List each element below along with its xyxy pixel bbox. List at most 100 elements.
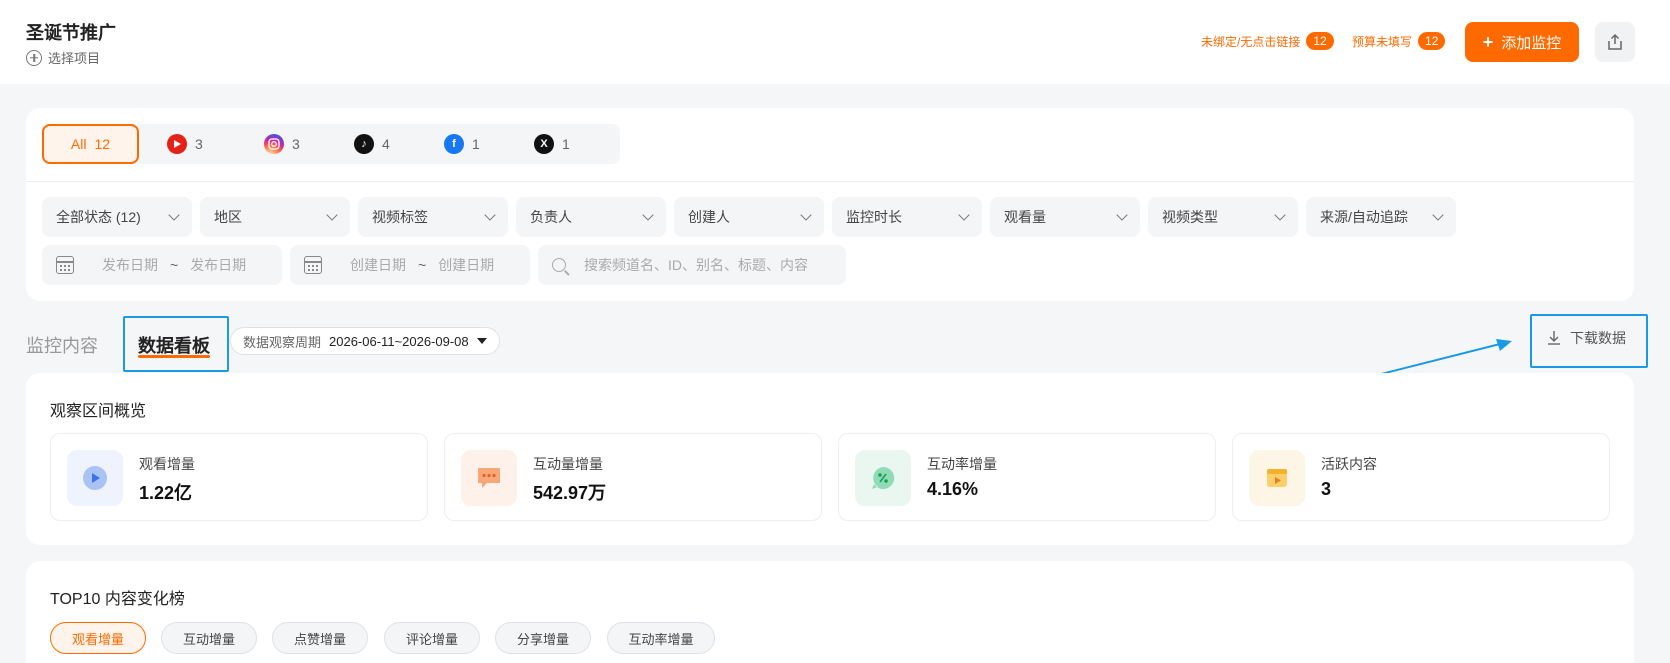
- film-icon: [1249, 450, 1305, 506]
- top10-card: TOP10 内容变化榜 观看增量 互动增量 点赞增量 评论增量 分享增量 互动率…: [26, 561, 1634, 663]
- active-tab-underline: [138, 355, 210, 358]
- platform-x-count: 1: [562, 136, 570, 152]
- platform-tab-all[interactable]: All 12: [42, 124, 139, 164]
- platform-tab-x[interactable]: X 1: [534, 124, 570, 164]
- metric-label: 活跃内容: [1321, 456, 1377, 472]
- budget-missing-label: 预算未填写: [1352, 34, 1413, 49]
- region-dropdown[interactable]: 地区: [200, 197, 350, 237]
- chevron-down-icon: [642, 209, 654, 221]
- chevron-down-icon: [1432, 209, 1444, 221]
- metric-card-active-content: 活跃内容 3: [1232, 433, 1610, 521]
- creator-dropdown[interactable]: 创建人: [674, 197, 824, 237]
- top10-title: TOP10 内容变化榜: [50, 591, 185, 608]
- overview-card: 观察区间概览 观看增量 1.22亿 互动量增量 542.97万 互动率增量 4.…: [26, 373, 1634, 545]
- platform-filter-bar: All 12 3 3 ♪ 4 f 1 X 1: [42, 124, 620, 164]
- metric-label: 互动率增量: [927, 456, 997, 472]
- play-icon: [67, 450, 123, 506]
- platform-all-label: All: [70, 136, 87, 152]
- metric-value: 542.97万: [533, 483, 607, 503]
- platform-tiktok-count: 4: [382, 136, 390, 152]
- duration-dropdown-label: 监控时长: [846, 209, 902, 225]
- project-title: 圣诞节推广: [26, 23, 116, 43]
- chevron-down-icon: [484, 209, 496, 221]
- youtube-icon: [167, 134, 187, 154]
- download-data-label: 下载数据: [1570, 330, 1626, 346]
- create-date-range[interactable]: 创建日期 ~ 创建日期: [290, 245, 530, 285]
- divider: [26, 181, 1634, 182]
- x-icon: X: [534, 134, 554, 154]
- platform-instagram-count: 3: [292, 136, 300, 152]
- period-selector[interactable]: 数据观察周期 2026-06-11~2026-09-08: [230, 327, 500, 355]
- top-bar: 圣诞节推广 选择项目 未绑定/无点击链接 12 预算未填写 12 + 添加监控: [0, 0, 1670, 84]
- overview-title: 观察区间概览: [50, 403, 147, 420]
- chevron-down-icon: [958, 209, 970, 221]
- video-type-dropdown-label: 视频类型: [1162, 209, 1218, 225]
- budget-missing-count: 12: [1418, 32, 1446, 50]
- top10-tab-shares[interactable]: 分享增量: [495, 622, 591, 654]
- facebook-icon: f: [444, 134, 464, 154]
- upload-icon: [1608, 33, 1622, 50]
- range-separator: ~: [418, 257, 427, 273]
- chevron-down-icon: [326, 209, 338, 221]
- metric-card-views: 观看增量 1.22亿: [50, 433, 428, 521]
- video-tag-dropdown-label: 视频标签: [372, 209, 428, 225]
- platform-all-count: 12: [94, 136, 111, 152]
- tab-monitor-content[interactable]: 监控内容: [26, 332, 98, 358]
- platform-tab-youtube[interactable]: 3: [167, 124, 203, 164]
- platform-tab-instagram[interactable]: 3: [264, 124, 300, 164]
- source-dropdown-label: 来源/自动追踪: [1320, 209, 1408, 225]
- plus-icon: +: [1482, 31, 1494, 52]
- metric-value: 1.22亿: [139, 483, 193, 503]
- metric-value: 4.16%: [927, 479, 979, 499]
- search-placeholder: 搜索频道名、ID、别名、标题、内容: [584, 257, 808, 273]
- calendar-icon: [56, 256, 74, 274]
- instagram-icon: [264, 134, 284, 154]
- search-input[interactable]: 搜索频道名、ID、别名、标题、内容: [538, 245, 846, 285]
- status-dropdown-label: 全部状态 (12): [56, 209, 141, 225]
- range-separator: ~: [170, 257, 179, 273]
- source-dropdown[interactable]: 来源/自动追踪: [1306, 197, 1456, 237]
- filter-card: All 12 3 3 ♪ 4 f 1 X 1 全部状态 (12) 地区 视频标签…: [26, 108, 1634, 301]
- platform-youtube-count: 3: [195, 136, 203, 152]
- select-project-button[interactable]: 选择项目: [26, 48, 100, 67]
- chevron-down-icon: [168, 209, 180, 221]
- unbound-link-label: 未绑定/无点击链接: [1201, 34, 1301, 49]
- chevron-down-icon: [1116, 209, 1128, 221]
- unbound-link-count: 12: [1306, 32, 1334, 50]
- top10-tab-interactions[interactable]: 互动增量: [161, 622, 257, 654]
- owner-dropdown[interactable]: 负责人: [516, 197, 666, 237]
- unbound-link-warning[interactable]: 未绑定/无点击链接 12: [1201, 32, 1334, 50]
- search-icon: [552, 258, 566, 272]
- period-label: 数据观察周期: [243, 334, 322, 350]
- chevron-down-icon: [1274, 209, 1286, 221]
- download-data-button[interactable]: 下载数据: [1546, 328, 1626, 348]
- calendar-icon: [304, 256, 322, 274]
- export-button[interactable]: [1595, 22, 1635, 62]
- chat-icon: [461, 450, 517, 506]
- status-dropdown[interactable]: 全部状态 (12): [42, 197, 192, 237]
- metric-card-interaction-rate: 互动率增量 4.16%: [838, 433, 1216, 521]
- video-tag-dropdown[interactable]: 视频标签: [358, 197, 508, 237]
- add-monitor-button[interactable]: + 添加监控: [1465, 22, 1579, 62]
- duration-dropdown[interactable]: 监控时长: [832, 197, 982, 237]
- publish-date-range[interactable]: 发布日期 ~ 发布日期: [42, 245, 282, 285]
- metric-value: 3: [1321, 479, 1332, 499]
- top10-tab-views[interactable]: 观看增量: [50, 622, 146, 654]
- top10-tab-comments[interactable]: 评论增量: [384, 622, 480, 654]
- metric-label: 观看增量: [139, 456, 195, 472]
- period-value: 2026-06-11~2026-09-08: [329, 333, 469, 349]
- video-type-dropdown[interactable]: 视频类型: [1148, 197, 1298, 237]
- budget-missing-warning[interactable]: 预算未填写 12: [1352, 32, 1446, 50]
- platform-tab-facebook[interactable]: f 1: [444, 124, 480, 164]
- top10-tab-interaction-rate[interactable]: 互动率增量: [607, 622, 715, 654]
- tiktok-icon: ♪: [354, 134, 374, 154]
- select-project-label: 选择项目: [48, 51, 101, 66]
- chevron-down-icon: [800, 209, 812, 221]
- region-dropdown-label: 地区: [214, 209, 242, 225]
- create-end-placeholder: 创建日期: [438, 257, 495, 273]
- views-dropdown[interactable]: 观看量: [990, 197, 1140, 237]
- views-dropdown-label: 观看量: [1004, 209, 1046, 225]
- caret-down-icon: [476, 338, 487, 344]
- top10-tab-likes[interactable]: 点赞增量: [272, 622, 368, 654]
- platform-tab-tiktok[interactable]: ♪ 4: [354, 124, 390, 164]
